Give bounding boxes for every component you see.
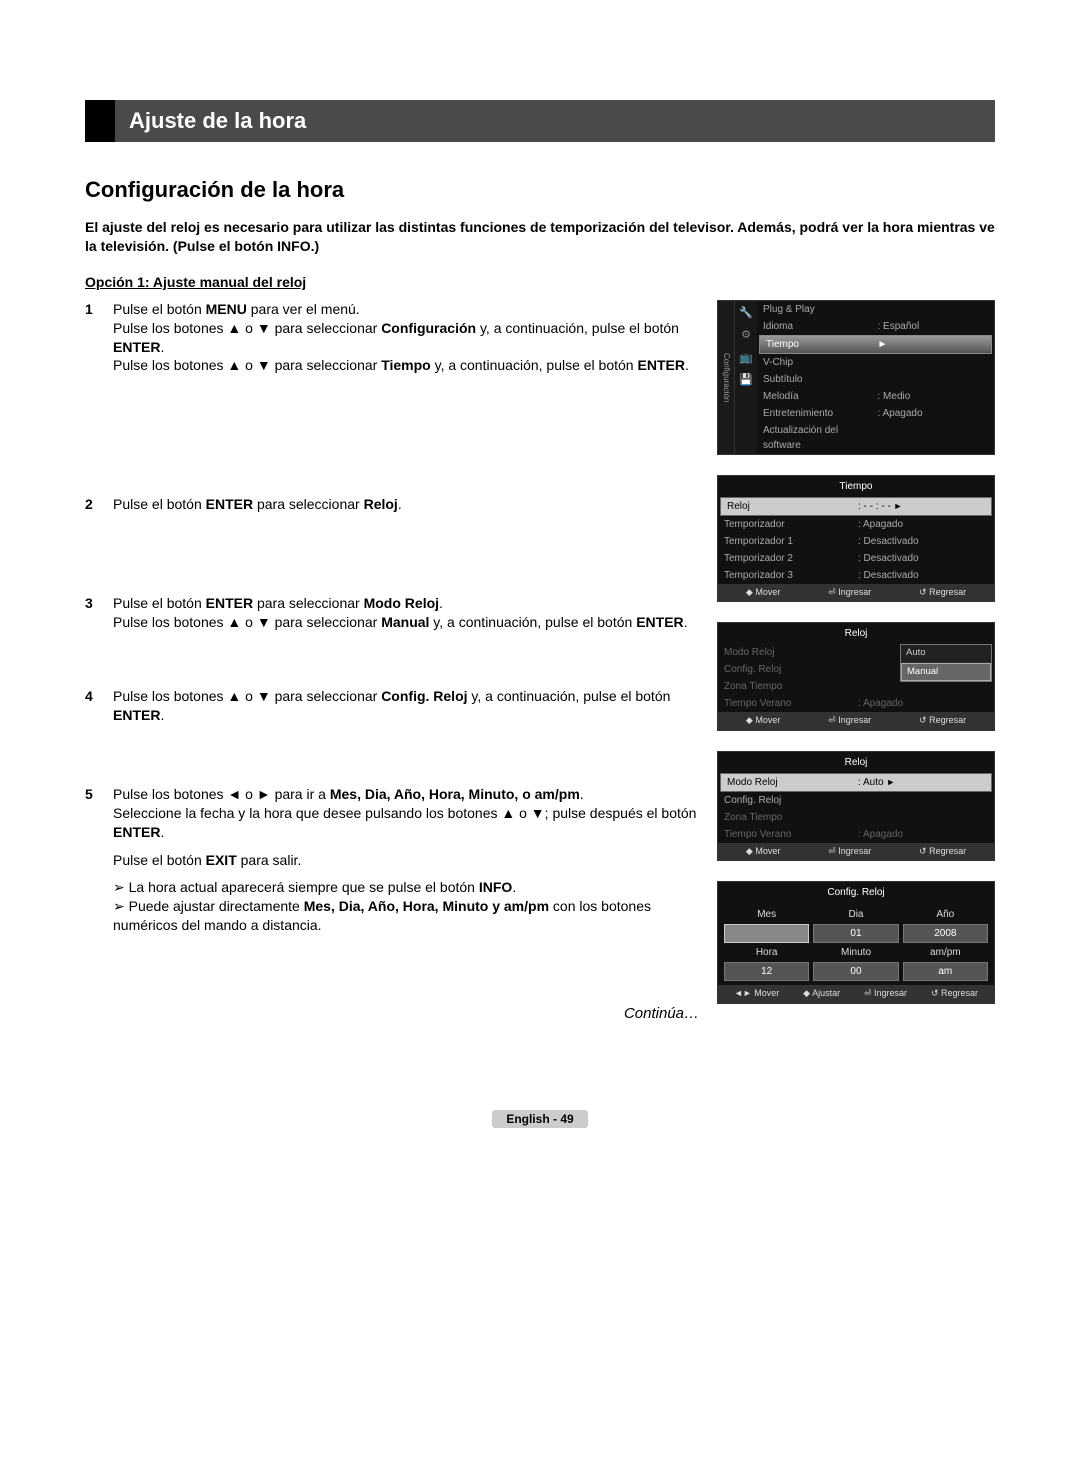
grid-value-ano[interactable]: 2008 xyxy=(903,924,988,943)
osd-menu-item: Tiempo Verano: Apagado xyxy=(718,826,994,843)
osd-menu-item: Zona Tiempo xyxy=(718,809,994,826)
osd-menu-item[interactable]: Temporizador: Apagado xyxy=(718,516,994,533)
footer-enter: ⏎ Ingresar xyxy=(828,714,871,728)
grid-value-minuto[interactable]: 00 xyxy=(813,962,898,981)
page-footer: English - 49 xyxy=(85,1112,995,1126)
step-5: 5 Pulse los botones ◄ o ► para ir a Mes,… xyxy=(85,785,699,935)
osd-sidebar-icons: 🔧 ⚙ 📺 💾 xyxy=(735,301,757,454)
osd-menu-item[interactable]: V-Chip xyxy=(757,354,994,371)
grid-value-hora[interactable]: 12 xyxy=(724,962,809,981)
osd-tiempo: Tiempo Reloj: - - : - - ►Temporizador: A… xyxy=(717,475,995,603)
step-number: 3 xyxy=(85,594,99,632)
step-number: 2 xyxy=(85,495,99,514)
osd-title: Config. Reloj xyxy=(718,882,994,903)
footer-move: ◆ Mover xyxy=(746,586,780,600)
osd-footer: ◆ Mover ⏎ Ingresar ↺ Regresar xyxy=(718,584,994,602)
grid-value-mes[interactable] xyxy=(724,924,809,943)
osd-menu-item[interactable]: Subtítulo xyxy=(757,371,994,388)
osd-menu-item[interactable]: Temporizador 1: Desactivado xyxy=(718,533,994,550)
spanner-icon: 🔧 xyxy=(739,305,753,322)
grid-value-ampm[interactable]: am xyxy=(903,962,988,981)
step-body: Pulse el botón MENU para ver el menú. Pu… xyxy=(113,300,699,376)
step-3: 3 Pulse el botón ENTER para seleccionar … xyxy=(85,594,699,632)
intro-text: El ajuste del reloj es necesario para ut… xyxy=(85,218,995,256)
grid-header: Año xyxy=(903,907,988,922)
grid-header: Minuto xyxy=(813,945,898,960)
osd-footer: ◄► Mover ◆ Ajustar ⏎ Ingresar ↺ Regresar xyxy=(718,985,994,1003)
osd-footer: ◆ Mover ⏎ Ingresar ↺ Regresar xyxy=(718,712,994,730)
continue-label: Continúa… xyxy=(85,1005,699,1022)
osd-reloj-popup: Reloj Modo RelojConfig. RelojZona Tiempo… xyxy=(717,622,995,731)
footer-move: ◆ Mover xyxy=(746,845,780,859)
footer-adjust: ◆ Ajustar xyxy=(803,987,840,1001)
grid-header: Dia xyxy=(813,907,898,922)
footer-move: ◄► Mover xyxy=(734,987,779,1001)
osd-menu-item[interactable]: Actualización del software xyxy=(757,422,994,454)
footer-move: ◆ Mover xyxy=(746,714,780,728)
osd-menu-item[interactable]: Entretenimiento: Apagado xyxy=(757,405,994,422)
manual-page: Ajuste de la hora Configuración de la ho… xyxy=(0,0,1080,1176)
grid-value-dia[interactable]: 01 xyxy=(813,924,898,943)
gear-icon: ⚙ xyxy=(741,327,751,344)
grid-header: am/pm xyxy=(903,945,988,960)
footer-enter: ⏎ Ingresar xyxy=(828,586,871,600)
osd-menu-item: Tiempo Verano: Apagado xyxy=(718,695,994,712)
step-number: 1 xyxy=(85,300,99,376)
osd-menu-item[interactable]: Reloj: - - : - - ► xyxy=(720,497,992,516)
step-body: Pulse los botones ◄ o ► para ir a Mes, D… xyxy=(113,785,699,935)
step-body: Pulse el botón ENTER para seleccionar Mo… xyxy=(113,594,699,632)
footer-enter: ⏎ Ingresar xyxy=(864,987,907,1001)
footer-return: ↺ Regresar xyxy=(931,987,978,1001)
section-title-bar: Ajuste de la hora xyxy=(85,100,995,142)
osd-popup: AutoManual xyxy=(900,644,992,682)
tv-icon: 📺 xyxy=(739,350,753,367)
page-heading: Configuración de la hora xyxy=(85,177,995,203)
footer-return: ↺ Regresar xyxy=(919,845,966,859)
osd-menu-item[interactable]: Idioma: Español xyxy=(757,318,994,335)
osd-configuracion: Configuración 🔧 ⚙ 📺 💾 Plug & PlayIdioma:… xyxy=(717,300,995,455)
step-number: 5 xyxy=(85,785,99,935)
osd-popup-option[interactable]: Manual xyxy=(901,663,991,681)
osd-menu-item[interactable]: Temporizador 2: Desactivado xyxy=(718,550,994,567)
osd-title: Reloj xyxy=(718,623,994,644)
step-body: Pulse los botones ▲ o ▼ para seleccionar… xyxy=(113,687,699,725)
step-body: Pulse el botón ENTER para seleccionar Re… xyxy=(113,495,699,514)
osd-menu-item[interactable]: Config. Reloj xyxy=(718,792,994,809)
footer-return: ↺ Regresar xyxy=(919,714,966,728)
osd-sidebar-label: Configuración xyxy=(718,301,735,454)
step-2: 2 Pulse el botón ENTER para seleccionar … xyxy=(85,495,699,514)
osd-footer: ◆ Mover ⏎ Ingresar ↺ Regresar xyxy=(718,843,994,861)
osd-column: Configuración 🔧 ⚙ 📺 💾 Plug & PlayIdioma:… xyxy=(717,300,995,1022)
grid-header: Hora xyxy=(724,945,809,960)
content-columns: 1 Pulse el botón MENU para ver el menú. … xyxy=(85,300,995,1022)
instructions-column: 1 Pulse el botón MENU para ver el menú. … xyxy=(85,300,699,1022)
osd-title: Reloj xyxy=(718,752,994,773)
step-1: 1 Pulse el botón MENU para ver el menú. … xyxy=(85,300,699,376)
osd-config-reloj: Config. Reloj Mes Dia Año 01 2008 Hora M… xyxy=(717,881,995,1004)
osd-menu-item[interactable]: Modo Reloj: Auto ► xyxy=(720,773,992,792)
option1-heading: Opción 1: Ajuste manual del reloj xyxy=(85,274,995,290)
footer-enter: ⏎ Ingresar xyxy=(828,845,871,859)
grid-header: Mes xyxy=(724,907,809,922)
step-number: 4 xyxy=(85,687,99,725)
footer-return: ↺ Regresar xyxy=(919,586,966,600)
osd-menu-item[interactable]: Tiempo► xyxy=(759,335,992,354)
osd-menu-item[interactable]: Plug & Play xyxy=(757,301,994,318)
osd-reloj: Reloj Modo Reloj: Auto ►Config. RelojZon… xyxy=(717,751,995,862)
osd-menu-item[interactable]: Melodía: Medio xyxy=(757,388,994,405)
osd-title: Tiempo xyxy=(718,476,994,497)
card-icon: 💾 xyxy=(739,372,753,389)
osd-popup-option[interactable]: Auto xyxy=(901,645,991,662)
osd-menu-item[interactable]: Temporizador 3: Desactivado xyxy=(718,567,994,584)
step-4: 4 Pulse los botones ▲ o ▼ para seleccion… xyxy=(85,687,699,725)
